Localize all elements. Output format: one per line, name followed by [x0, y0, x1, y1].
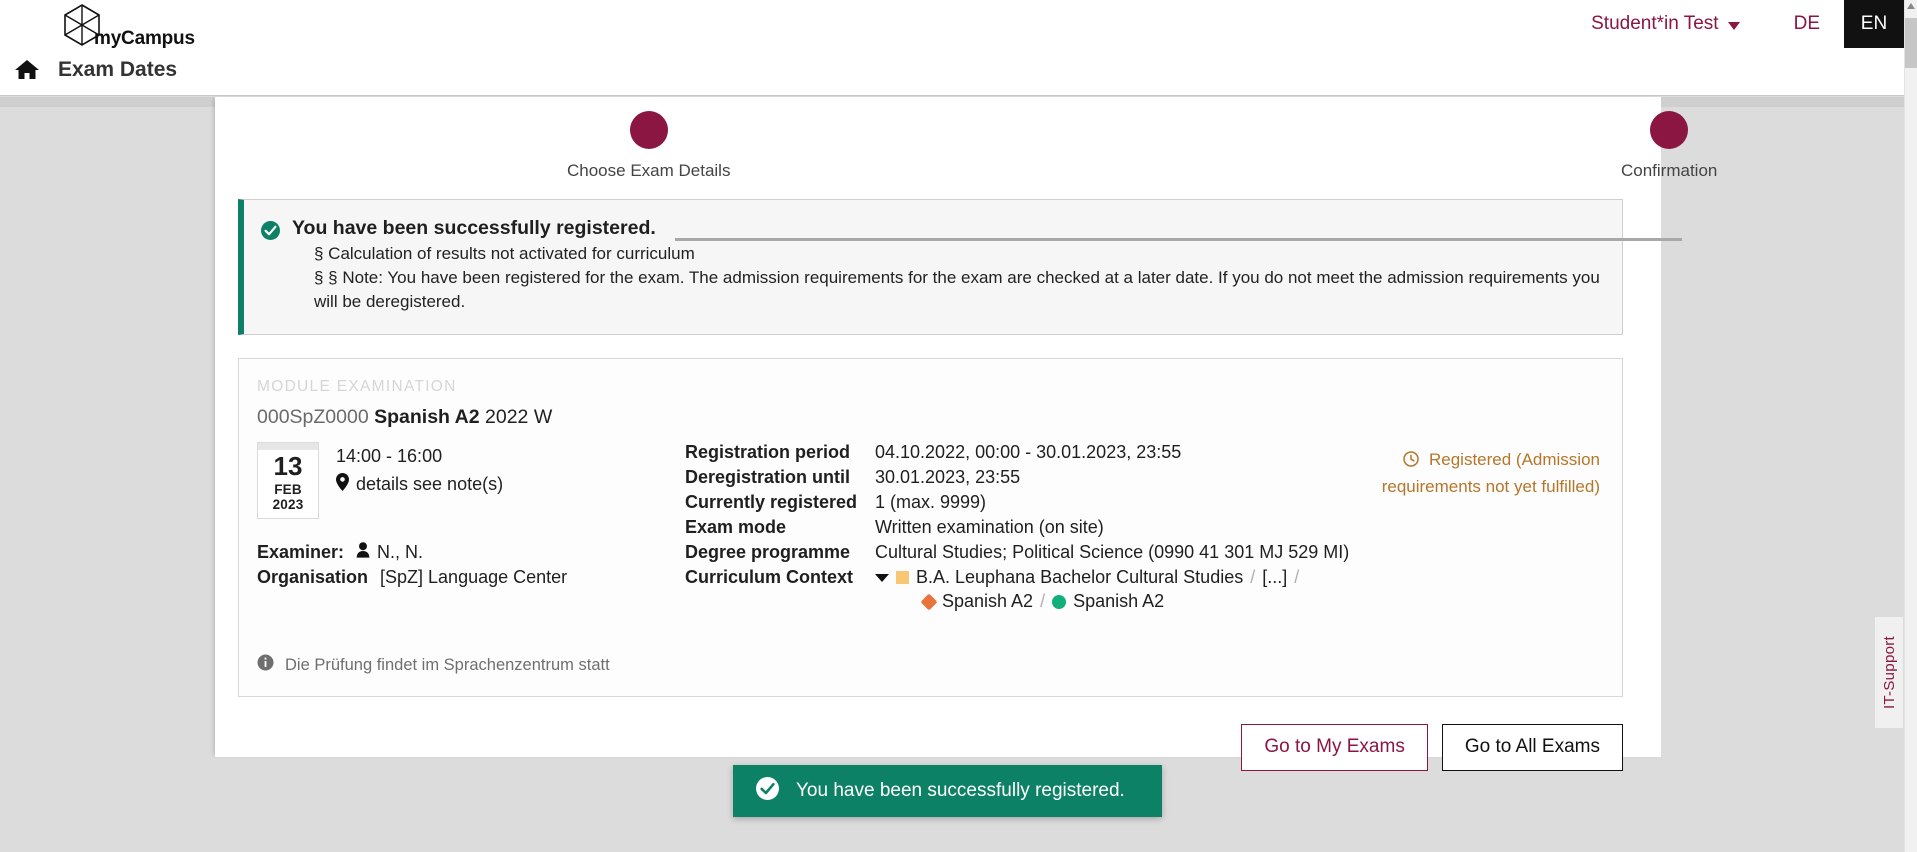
location-pin-icon [336, 473, 349, 496]
detail-value: 30.01.2023, 23:55 [875, 467, 1021, 488]
exam-card-title: 000SpZ0000 Spanish A2 2022 W [257, 406, 1600, 429]
exam-examiner-row: Examiner: N., N. [257, 542, 677, 563]
it-support-label: IT-Support [1880, 635, 1898, 710]
exam-note: Die Prüfung findet im Sprachenzentrum st… [257, 654, 1600, 676]
progress-stepper: Choose Exam Details Confirmation [215, 111, 1717, 199]
stepper-connector-line [675, 238, 1682, 241]
success-alert-title: You have been successfully registered. [292, 217, 656, 239]
exam-organisation-row: Organisation [SpZ] Language Center [257, 567, 677, 588]
curriculum-ellipsis[interactable]: [...] [1262, 567, 1287, 588]
exam-date-month-year: FEB 2023 [272, 482, 304, 513]
detail-value: 04.10.2022, 00:00 - 30.01.2023, 23:55 [875, 442, 1182, 463]
stepper-step-choose-exam-details[interactable]: Choose Exam Details [567, 111, 730, 181]
scrollbar-thumb[interactable] [1905, 18, 1917, 68]
status-badge: Registered (Admission requirements not y… [1350, 448, 1600, 499]
exam-card-left-column: 13 FEB 2023 14:00 - 16:00 details see no… [257, 442, 677, 612]
app-logo[interactable]: myCampus [52, 2, 232, 52]
exam-card-detail-column: Registration period 04.10.2022, 00:00 - … [677, 442, 1350, 612]
step-dot-icon [629, 111, 668, 149]
curriculum-context-label: Curriculum Context [685, 567, 854, 588]
curriculum-context-value: B.A. Leuphana Bachelor Cultural Studies … [875, 567, 1350, 612]
user-menu[interactable]: Student*in Test [1591, 13, 1740, 35]
detail-value: Written examination (on site) [875, 517, 1104, 538]
exam-card-kicker: MODULE EXAMINATION [257, 378, 457, 396]
page-scrollbar[interactable] [1904, 0, 1917, 852]
logo-text: myCampus [94, 28, 195, 49]
curriculum-path-row-1: B.A. Leuphana Bachelor Cultural Studies … [875, 567, 1350, 588]
check-circle-icon [260, 220, 281, 246]
stepper-step-confirmation[interactable]: Confirmation [1621, 111, 1717, 181]
path-separator: / [1250, 567, 1256, 588]
detail-value: Cultural Studies; Political Science (099… [875, 542, 1350, 563]
detail-label: Exam mode [685, 517, 787, 538]
language-en-button[interactable]: EN [1844, 0, 1904, 48]
main-content: Choose Exam Details Confirmation You hav… [215, 97, 1717, 772]
detail-label: Currently registered [685, 492, 858, 513]
success-alert: You have been successfully registered. §… [238, 199, 1623, 336]
exam-term: 2022 W [485, 406, 553, 429]
date-box-top-strip [258, 443, 318, 451]
scroll-up-arrow-icon[interactable] [1907, 3, 1915, 9]
person-icon [356, 542, 370, 563]
exam-time-block: 14:00 - 16:00 details see note(s) [336, 442, 503, 496]
exam-note-text: Die Prüfung findet im Sprachenzentrum st… [285, 655, 610, 674]
curriculum-node-diamond-icon [920, 593, 938, 611]
organisation-label: Organisation [257, 567, 369, 588]
exam-card-columns: 13 FEB 2023 14:00 - 16:00 details see no… [257, 442, 1600, 612]
exam-datetime-block: 13 FEB 2023 14:00 - 16:00 details see no… [257, 442, 677, 520]
exam-venue-text: details see note(s) [356, 474, 504, 495]
success-alert-body: You have been successfully registered. §… [292, 217, 1602, 314]
detail-value: 1 (max. 9999) [875, 492, 987, 513]
go-to-all-exams-button[interactable]: Go to All Exams [1441, 724, 1623, 772]
language-de-button[interactable]: DE [1780, 0, 1834, 48]
examiner-label: Examiner: [257, 542, 345, 563]
go-to-my-exams-button[interactable]: Go to My Exams [1241, 724, 1428, 772]
info-icon [257, 654, 274, 676]
stepper-step1-label: Choose Exam Details [567, 161, 731, 180]
detail-label: Deregistration until [685, 467, 851, 488]
examiner-name: N., N. [377, 542, 424, 563]
step-dot-icon [1650, 111, 1689, 149]
organisation-value: [SpZ] Language Center [380, 567, 568, 588]
path-separator: / [1294, 567, 1300, 588]
chevron-down-icon [1727, 21, 1740, 30]
exam-code: 000SpZ0000 [257, 406, 369, 429]
detail-label: Degree programme [685, 542, 851, 563]
app-header: myCampus Exam Dates Student*in Test DE E… [0, 0, 1917, 96]
success-toast-text: You have been successfully registered. [796, 780, 1125, 801]
detail-label: Registration period [685, 442, 851, 463]
breadcrumb: Exam Dates [14, 58, 177, 82]
clock-icon [1403, 451, 1424, 471]
chevron-down-icon[interactable] [875, 573, 889, 582]
exam-card-status-column: Registered (Admission requirements not y… [1350, 442, 1600, 612]
success-alert-line-1: § Calculation of results not activated f… [314, 244, 695, 263]
header-actions: Student*in Test DE EN [1591, 0, 1917, 48]
curriculum-node-3[interactable]: Spanish A2 [1073, 591, 1164, 612]
curriculum-node-2[interactable]: Spanish A2 [942, 591, 1033, 612]
breadcrumb-label[interactable]: Exam Dates [58, 58, 177, 82]
examiner-value: N., N. [356, 542, 423, 563]
home-icon[interactable] [14, 58, 40, 82]
user-menu-label: Student*in Test [1591, 13, 1719, 34]
check-circle-icon [755, 776, 780, 807]
exam-date-box: 13 FEB 2023 [257, 442, 319, 520]
exam-card: MODULE EXAMINATION 000SpZ0000 Spanish A2… [238, 358, 1623, 698]
curriculum-node-1[interactable]: B.A. Leuphana Bachelor Cultural Studies [916, 567, 1243, 588]
exam-time: 14:00 - 16:00 [336, 446, 443, 467]
success-alert-line-2: § § Note: You have been registered for t… [314, 268, 1600, 312]
path-separator: / [1040, 591, 1046, 612]
success-toast[interactable]: You have been successfully registered. [733, 765, 1162, 817]
exam-detail-list: Registration period 04.10.2022, 00:00 - … [685, 442, 1350, 612]
it-support-tab[interactable]: IT-Support [1874, 616, 1904, 729]
curriculum-node-circle-icon [1052, 594, 1067, 609]
curriculum-path-row-2: Spanish A2 / Spanish A2 [920, 591, 1350, 612]
stepper-step2-label: Confirmation [1621, 161, 1718, 180]
curriculum-node-square-icon [896, 571, 909, 585]
exam-date-day: 13 [273, 451, 303, 482]
exam-name: Spanish A2 [374, 406, 480, 429]
exam-venue: details see note(s) [336, 473, 503, 496]
